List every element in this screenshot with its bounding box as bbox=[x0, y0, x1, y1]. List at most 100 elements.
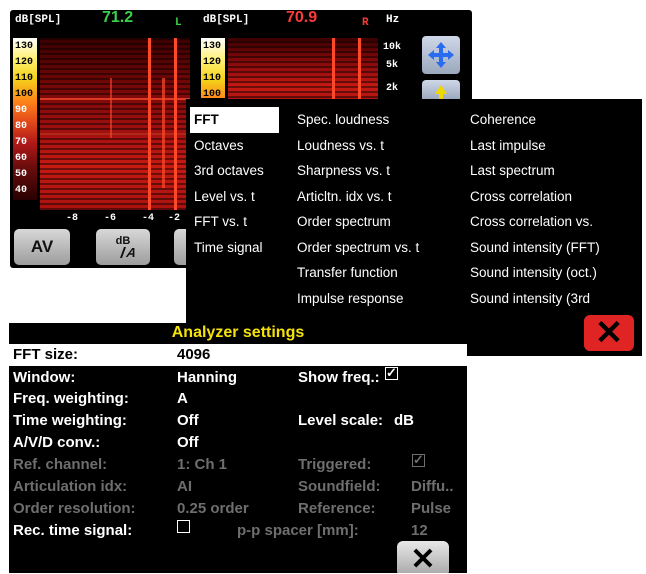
setting-value: 4096 bbox=[177, 346, 211, 363]
setting-label: Level scale: bbox=[298, 412, 384, 429]
view-menu: FFT Octaves 3rd octaves Level vs. t FFT … bbox=[186, 99, 642, 356]
left-channel-label: L bbox=[175, 17, 182, 29]
scale-tick: 70 bbox=[15, 137, 28, 148]
menu-item-coherence[interactable]: Coherence bbox=[466, 107, 600, 133]
setting-label: Time weighting: bbox=[13, 412, 127, 429]
menu-item-time-signal[interactable]: Time signal bbox=[190, 235, 279, 261]
zoom-button[interactable] bbox=[422, 80, 460, 100]
menu-column-3: Coherence Last impulse Last spectrum Cro… bbox=[466, 107, 600, 311]
level-scale-value[interactable]: dB bbox=[394, 410, 414, 432]
menu-item-level-vs-t[interactable]: Level vs. t bbox=[190, 184, 279, 210]
left-unit-label: dB[SPL] bbox=[15, 14, 62, 26]
checkbox-checked-icon bbox=[385, 362, 398, 384]
reference-value: Pulse bbox=[411, 500, 452, 517]
setting-label: A/V/D conv.: bbox=[13, 434, 101, 451]
spacer-value: 12 bbox=[411, 522, 428, 539]
menu-item-cross-correlation[interactable]: Cross correlation bbox=[466, 184, 600, 210]
right-unit-label: dB[SPL] bbox=[203, 14, 250, 26]
right-level-readout: 70.9 bbox=[286, 9, 318, 26]
right-level-scale: 130 120 110 100 bbox=[201, 38, 225, 100]
setting-label: Reference: bbox=[298, 500, 376, 517]
setting-label: Show freq.: bbox=[298, 369, 380, 386]
setting-label: Soundfield: bbox=[298, 478, 381, 495]
ref-channel-value: 1: Ch 1 bbox=[177, 456, 228, 473]
order-res-value: 0.25 order bbox=[177, 500, 249, 517]
setting-row-time-weighting: Time weighting: Off Level scale: dB bbox=[9, 410, 467, 432]
left-level-readout: 71.2 bbox=[102, 9, 134, 26]
move-arrows-icon bbox=[428, 42, 454, 68]
setting-label: Articulation idx: bbox=[13, 478, 128, 495]
menu-close-button[interactable]: ✕ bbox=[584, 314, 634, 352]
setting-row-freq-weighting: Freq. weighting: A bbox=[9, 388, 467, 410]
menu-item-cross-correlation-vs[interactable]: Cross correlation vs. bbox=[466, 209, 600, 235]
left-spectrogram[interactable] bbox=[40, 38, 190, 210]
scale-tick: 40 bbox=[15, 185, 28, 196]
x-tick: -6 bbox=[104, 213, 117, 224]
right-channel-label: R bbox=[362, 17, 369, 29]
setting-row-avd-conv: A/V/D conv.: Off bbox=[9, 432, 467, 454]
x-tick: -2 bbox=[168, 213, 181, 224]
menu-item-transfer-function[interactable]: Transfer function bbox=[293, 260, 419, 286]
soundfield-value: Diffu.. bbox=[411, 478, 454, 495]
scale-tick: 130 bbox=[15, 41, 34, 52]
menu-item-3rd-octaves[interactable]: 3rd octaves bbox=[190, 158, 279, 184]
scale-tick: 90 bbox=[15, 105, 28, 116]
avd-value[interactable]: Off bbox=[177, 432, 199, 454]
left-level-scale: 130 120 110 100 90 80 70 60 50 40 bbox=[13, 38, 37, 200]
close-icon: ✕ bbox=[594, 314, 624, 352]
freq-weighting-value[interactable]: A bbox=[177, 388, 188, 410]
close-icon: ✕ bbox=[410, 542, 436, 574]
setting-row-window: Window: Hanning Show freq.: bbox=[9, 362, 467, 389]
db-a-button[interactable]: dB A bbox=[96, 229, 150, 265]
scale-tick: 130 bbox=[203, 41, 222, 52]
menu-item-articulation-idx-vs-t[interactable]: Articltn. idx vs. t bbox=[293, 184, 419, 210]
menu-item-impulse-response[interactable]: Impulse response bbox=[293, 286, 419, 312]
freq-label: 10k bbox=[383, 42, 402, 53]
menu-item-loudness-vs-t[interactable]: Loudness vs. t bbox=[293, 133, 419, 159]
window-value[interactable]: Hanning bbox=[177, 367, 237, 389]
scale-tick: 110 bbox=[15, 73, 34, 84]
av-button[interactable]: AV bbox=[14, 229, 70, 265]
scale-tick: 110 bbox=[203, 73, 222, 84]
menu-item-fft[interactable]: FFT bbox=[190, 107, 279, 133]
db-a-top-label: dB bbox=[115, 235, 131, 247]
setting-row-ref-channel: Ref. channel: 1: Ch 1 Triggered: bbox=[9, 449, 467, 476]
freq-label: 5k bbox=[386, 60, 399, 71]
arrow-up-icon bbox=[435, 85, 447, 100]
right-spectrogram[interactable] bbox=[228, 38, 378, 103]
menu-item-sharpness-vs-t[interactable]: Sharpness vs. t bbox=[293, 158, 419, 184]
menu-item-last-impulse[interactable]: Last impulse bbox=[466, 133, 600, 159]
menu-item-sound-intensity-fft[interactable]: Sound intensity (FFT) bbox=[466, 235, 600, 261]
menu-column-2: Spec. loudness Loudness vs. t Sharpness … bbox=[293, 107, 419, 311]
menu-item-order-spectrum[interactable]: Order spectrum bbox=[293, 209, 419, 235]
x-tick: -4 bbox=[142, 213, 155, 224]
menu-item-fft-vs-t[interactable]: FFT vs. t bbox=[190, 209, 279, 235]
checkbox-checked-icon bbox=[412, 449, 425, 471]
x-tick: -8 bbox=[66, 213, 79, 224]
settings-close-button[interactable]: ✕ bbox=[397, 541, 449, 573]
menu-item-octaves[interactable]: Octaves bbox=[190, 133, 279, 159]
menu-column-1: FFT Octaves 3rd octaves Level vs. t FFT … bbox=[190, 107, 279, 260]
analyzer-settings-dialog: Analyzer settings FFT size: 4096 Window:… bbox=[9, 323, 467, 573]
menu-item-sound-intensity-3rd[interactable]: Sound intensity (3rd bbox=[466, 286, 600, 312]
setting-label: Triggered: bbox=[298, 456, 372, 473]
dialog-title: Analyzer settings bbox=[171, 324, 305, 341]
db-a-bottom-label: A bbox=[119, 245, 139, 260]
pan-button[interactable] bbox=[422, 36, 460, 74]
scale-tick: 50 bbox=[15, 169, 28, 180]
scale-tick: 120 bbox=[15, 57, 34, 68]
freq-unit-label: Hz bbox=[386, 14, 400, 26]
menu-item-spec-loudness[interactable]: Spec. loudness bbox=[293, 107, 419, 133]
menu-item-sound-intensity-oct[interactable]: Sound intensity (oct.) bbox=[466, 260, 600, 286]
setting-label: Rec. time signal: bbox=[13, 522, 133, 539]
scale-tick: 80 bbox=[15, 121, 28, 132]
scale-tick: 60 bbox=[15, 153, 28, 164]
setting-row-fft-size[interactable]: FFT size: 4096 bbox=[9, 344, 467, 366]
scale-tick: 120 bbox=[203, 57, 222, 68]
setting-row-order-resolution: Order resolution: 0.25 order Reference: … bbox=[9, 498, 467, 520]
menu-item-order-spectrum-vs-t[interactable]: Order spectrum vs. t bbox=[293, 235, 419, 261]
setting-label: Window: bbox=[13, 369, 76, 386]
time-weighting-value[interactable]: Off bbox=[177, 410, 199, 432]
checkbox-unchecked-icon bbox=[177, 520, 190, 533]
menu-item-last-spectrum[interactable]: Last spectrum bbox=[466, 158, 600, 184]
